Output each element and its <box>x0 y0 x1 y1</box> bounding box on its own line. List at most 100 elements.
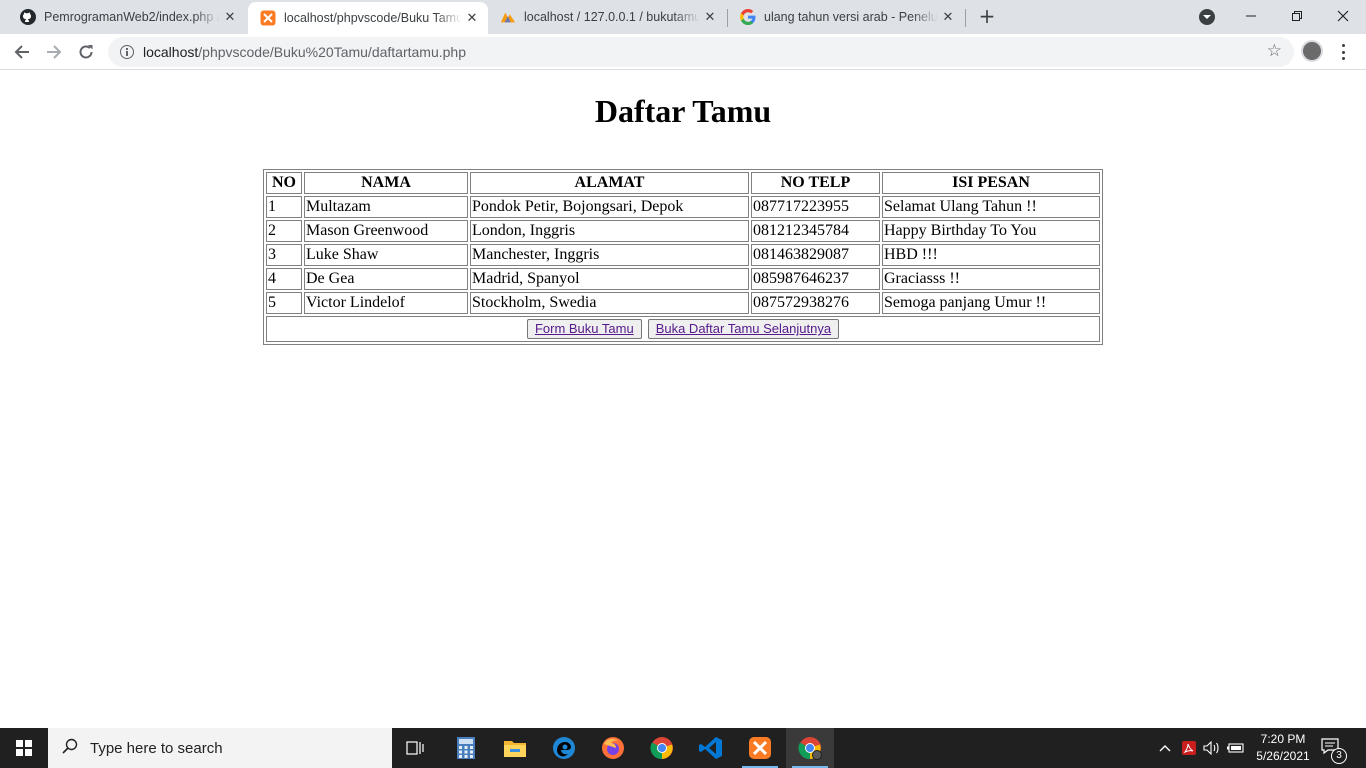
chrome-active-icon[interactable] <box>786 728 834 768</box>
cell-no-telp: 085987646237 <box>751 268 880 290</box>
cell-nama: De Gea <box>304 268 468 290</box>
cell-alamat: Pondok Petir, Bojongsari, Depok <box>470 196 749 218</box>
tab-separator <box>965 9 966 27</box>
cell-isi-pesan: Semoga panjang Umur !! <box>882 292 1100 314</box>
windows-taskbar: Type here to search 7:20 PM 5/26/2021 3 <box>0 728 1366 768</box>
windows-logo-icon <box>16 740 32 756</box>
header-isi-pesan: ISI PESAN <box>882 172 1100 194</box>
cell-no-telp: 081212345784 <box>751 220 880 242</box>
restore-icon[interactable] <box>1274 0 1320 32</box>
tab-search-icon[interactable] <box>1199 9 1215 25</box>
close-tab-icon[interactable]: ✕ <box>462 8 482 28</box>
close-tab-icon[interactable]: ✕ <box>220 7 240 27</box>
cell-nama: Mason Greenwood <box>304 220 468 242</box>
cell-alamat: Madrid, Spanyol <box>470 268 749 290</box>
tab-title: PemrogramanWeb2/index.php at <box>44 10 220 24</box>
page-title: Daftar Tamu <box>594 93 772 129</box>
table-row: 4 De Gea Madrid, Spanyol 085987646237 Gr… <box>266 268 1100 290</box>
table-row: 1 Multazam Pondok Petir, Bojongsari, Dep… <box>266 196 1100 218</box>
tab-github[interactable]: PemrogramanWeb2/index.php at ✕ <box>8 0 246 34</box>
next-guest-list-button[interactable]: Buka Daftar Tamu Selanjutnya <box>647 319 840 339</box>
task-view-icon[interactable] <box>392 728 440 768</box>
profile-avatar[interactable] <box>1301 40 1323 62</box>
cell-nama: Victor Lindelof <box>304 292 468 314</box>
close-window-icon[interactable] <box>1320 0 1366 32</box>
table-actions-row: Form Buku Tamu Buka Daftar Tamu Selanjut… <box>266 316 1100 342</box>
cell-isi-pesan: Happy Birthday To You <box>882 220 1100 242</box>
cell-isi-pesan: HBD !!! <box>882 244 1100 266</box>
address-bar[interactable]: localhost/phpvscode/Buku%20Tamu/daftarta… <box>108 37 1294 67</box>
reload-icon[interactable] <box>72 38 100 66</box>
cell-no: 3 <box>266 244 302 266</box>
back-icon[interactable] <box>8 38 36 66</box>
bookmark-star-icon[interactable]: ☆ <box>1267 43 1282 60</box>
firefox-icon[interactable] <box>589 728 637 768</box>
vscode-icon[interactable] <box>687 728 735 768</box>
close-tab-icon[interactable]: ✕ <box>938 7 958 27</box>
cell-no: 5 <box>266 292 302 314</box>
url-text[interactable]: localhost/phpvscode/Buku%20Tamu/daftarta… <box>143 44 466 60</box>
search-placeholder: Type here to search <box>90 739 223 757</box>
cell-no-telp: 081463829087 <box>751 244 880 266</box>
calculator-icon[interactable] <box>442 728 490 768</box>
header-nama: NAMA <box>304 172 468 194</box>
google-icon <box>740 9 756 25</box>
xampp-icon <box>260 10 276 26</box>
page-content: Daftar Tamu NO NAMA ALAMAT NO TELP ISI P… <box>0 71 1366 728</box>
url-path: /phpvscode/Buku%20Tamu/daftartamu.php <box>198 44 466 60</box>
cell-no-telp: 087572938276 <box>751 292 880 314</box>
tab-google-search[interactable]: ulang tahun versi arab - Penelusu ✕ <box>728 0 964 34</box>
cell-no: 1 <box>266 196 302 218</box>
start-button[interactable] <box>0 728 48 768</box>
form-buku-tamu-button[interactable]: Form Buku Tamu <box>526 319 642 339</box>
table-row: 2 Mason Greenwood London, Inggris 081212… <box>266 220 1100 242</box>
header-no: NO <box>266 172 302 194</box>
search-icon <box>62 738 78 758</box>
close-tab-icon[interactable]: ✕ <box>700 7 720 27</box>
github-icon <box>20 9 36 25</box>
actions-cell: Form Buku Tamu Buka Daftar Tamu Selanjut… <box>266 316 1100 342</box>
notification-count-badge: 3 <box>1331 748 1347 764</box>
acrobat-tray-icon[interactable] <box>1179 728 1199 768</box>
cell-no: 2 <box>266 220 302 242</box>
cell-nama: Luke Shaw <box>304 244 468 266</box>
tab-phpmyadmin[interactable]: localhost / 127.0.0.1 / bukutamu ✕ <box>488 0 726 34</box>
tab-strip: PemrogramanWeb2/index.php at ✕ localhost… <box>0 0 1366 34</box>
cell-no-telp: 087717223955 <box>751 196 880 218</box>
table-header-row: NO NAMA ALAMAT NO TELP ISI PESAN <box>266 172 1100 194</box>
battery-icon[interactable] <box>1226 728 1246 768</box>
minimize-icon[interactable] <box>1228 0 1274 32</box>
header-alamat: ALAMAT <box>470 172 749 194</box>
edge-icon[interactable] <box>540 728 588 768</box>
xampp-taskbar-icon[interactable] <box>736 728 784 768</box>
guest-table: NO NAMA ALAMAT NO TELP ISI PESAN 1 Multa… <box>263 169 1103 345</box>
cell-alamat: London, Inggris <box>470 220 749 242</box>
tab-title: localhost/phpvscode/Buku Tamu <box>284 11 462 25</box>
cell-isi-pesan: Graciasss !! <box>882 268 1100 290</box>
tab-title: ulang tahun versi arab - Penelusu <box>764 10 938 24</box>
show-hidden-icons-icon[interactable] <box>1155 728 1175 768</box>
forward-icon[interactable] <box>40 38 68 66</box>
clock-time: 7:20 PM <box>1260 732 1306 746</box>
file-explorer-icon[interactable] <box>491 728 539 768</box>
tab-title: localhost / 127.0.0.1 / bukutamu <box>524 10 700 24</box>
phpmyadmin-icon <box>500 9 516 25</box>
table-row: 3 Luke Shaw Manchester, Inggris 08146382… <box>266 244 1100 266</box>
volume-icon[interactable] <box>1202 728 1222 768</box>
header-no-telp: NO TELP <box>751 172 880 194</box>
cell-alamat: Stockholm, Swedia <box>470 292 749 314</box>
clock-date: 5/26/2021 <box>1256 749 1310 763</box>
system-clock[interactable]: 7:20 PM 5/26/2021 <box>1248 731 1318 765</box>
table-row: 5 Victor Lindelof Stockholm, Swedia 0875… <box>266 292 1100 314</box>
new-tab-icon[interactable]: + <box>975 6 999 28</box>
site-info-icon[interactable] <box>120 45 134 59</box>
browser-menu-icon[interactable] <box>1336 42 1350 62</box>
browser-toolbar: localhost/phpvscode/Buku%20Tamu/daftarta… <box>0 34 1366 70</box>
url-host: localhost <box>143 44 199 60</box>
cell-nama: Multazam <box>304 196 468 218</box>
chrome-icon[interactable] <box>638 728 686 768</box>
cell-isi-pesan: Selamat Ulang Tahun !! <box>882 196 1100 218</box>
tab-buku-tamu[interactable]: localhost/phpvscode/Buku Tamu ✕ <box>248 2 488 34</box>
cell-no: 4 <box>266 268 302 290</box>
taskbar-search-box[interactable]: Type here to search <box>48 728 392 768</box>
